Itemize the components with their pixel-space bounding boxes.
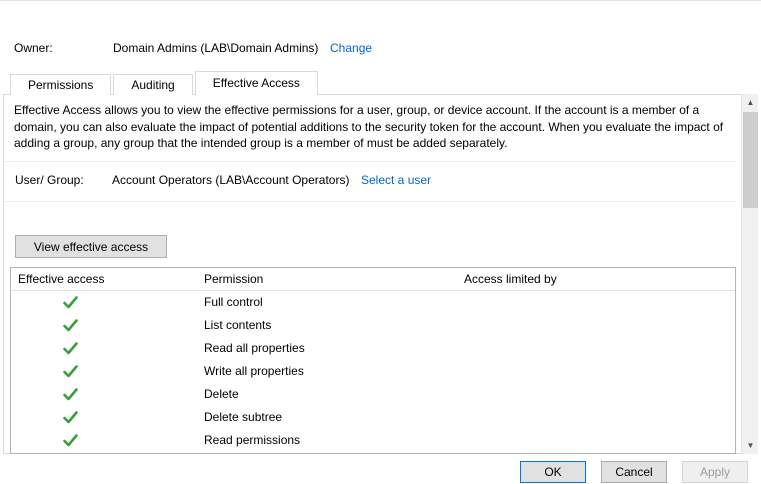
granted-check-icon [63,342,79,356]
separator-line [4,161,736,162]
granted-check-icon [63,434,79,448]
table-header: Effective access Permission Access limit… [11,268,735,291]
vertical-scrollbar[interactable]: ▲ ▼ [741,94,758,454]
tab-bar: Permissions Auditing Effective Access [10,71,320,95]
table-row[interactable]: Delete subtree [11,406,735,429]
table-row[interactable]: Delete [11,383,735,406]
column-header-access-limited-by: Access limited by [464,272,557,286]
permission-cell: Full control [204,295,263,309]
tab-auditing[interactable]: Auditing [113,74,193,95]
table-row[interactable]: List contents [11,314,735,337]
owner-change-link[interactable]: Change [330,41,372,55]
table-row[interactable]: Write all properties [11,360,735,383]
apply-button: Apply [682,461,748,483]
owner-value: Domain Admins (LAB\Domain Admins) [113,41,319,55]
scroll-down-arrow-icon[interactable]: ▼ [742,437,759,454]
granted-check-icon [63,296,79,310]
table-row[interactable]: Read permissions [11,429,735,452]
scrollbar-thumb[interactable] [743,112,758,208]
column-header-effective-access: Effective access [18,272,105,286]
scroll-up-arrow-icon[interactable]: ▲ [742,94,759,111]
permission-cell: Delete [204,387,239,401]
effective-access-table: Effective access Permission Access limit… [10,267,736,454]
permission-cell: List contents [204,318,272,332]
granted-check-icon [63,411,79,425]
effective-access-panel: Effective Access allows you to view the … [3,94,758,454]
granted-check-icon [63,365,79,379]
permission-cell: Write all properties [204,364,304,378]
ok-button[interactable]: OK [520,461,586,483]
access-table-body: Full control List contents Read all proper… [11,291,735,452]
view-effective-access-button[interactable]: View effective access [15,235,167,258]
granted-check-icon [63,388,79,402]
column-header-permission: Permission [204,272,264,286]
permission-cell: Delete subtree [204,410,283,424]
tab-effective-access[interactable]: Effective Access [194,71,318,95]
effective-access-description: Effective Access allows you to view the … [14,103,724,151]
advanced-security-settings-dialog: Owner: Domain Admins (LAB\Domain Admins)… [0,0,761,484]
granted-check-icon [63,319,79,333]
permission-cell: Read all properties [204,341,305,355]
table-row[interactable]: Full control [11,291,735,314]
table-row[interactable]: Read all properties [11,337,735,360]
select-user-link[interactable]: Select a user [361,173,431,187]
owner-label: Owner: [14,41,53,55]
cancel-button[interactable]: Cancel [601,461,667,483]
user-group-label: User/ Group: [15,173,84,187]
permission-cell: Read permissions [204,433,301,447]
separator-line [4,201,736,202]
user-group-value: Account Operators (LAB\Account Operators… [112,173,350,187]
tab-permissions[interactable]: Permissions [10,74,112,95]
